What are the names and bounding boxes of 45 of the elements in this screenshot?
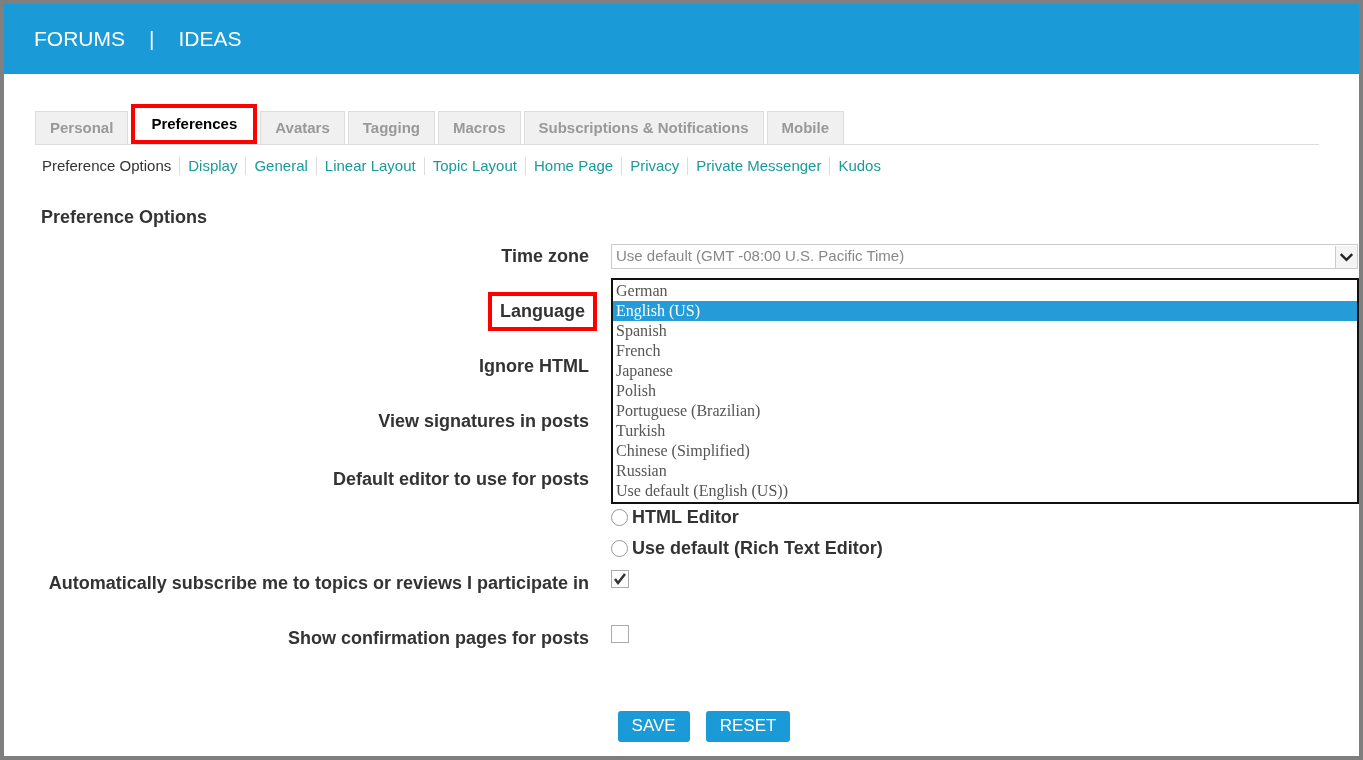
field-label: View signatures in posts	[377, 410, 590, 433]
tab[interactable]: Preferences	[131, 104, 258, 144]
subnav-link[interactable]: Preference Options	[42, 155, 172, 178]
field-label: Default editor to use for posts	[331, 467, 590, 491]
field-label: Show confirmation pages for posts	[286, 626, 590, 650]
separator: |	[149, 26, 155, 53]
dropdown-option[interactable]: Use default (English (US))	[613, 480, 1357, 501]
save-button[interactable]: SAVE	[617, 710, 690, 742]
dropdown-option[interactable]: Chinese (Simplified)	[613, 440, 1357, 461]
dropdown-option[interactable]: German	[613, 280, 1357, 301]
field-label: Time zone	[500, 245, 590, 268]
tab[interactable]: Mobile	[766, 111, 845, 144]
time-zone-select[interactable]: Use default (GMT -08:00 U.S. Pacific Time)	[611, 244, 1358, 269]
subnav-link[interactable]: Display	[188, 155, 238, 178]
subnav-link[interactable]: Home Page	[533, 155, 614, 178]
subnav-link[interactable]: Privacy	[630, 155, 680, 178]
radio-label: Use default (Rich Text Editor)	[632, 536, 883, 560]
dropdown-option[interactable]: Polish	[613, 380, 1357, 401]
dropdown-option[interactable]: Spanish	[613, 320, 1357, 341]
tab[interactable]: Personal	[35, 111, 129, 144]
tab[interactable]: Macros	[438, 111, 521, 144]
subnav-link[interactable]: Kudos	[838, 155, 881, 178]
tab[interactable]: Avatars	[260, 111, 345, 144]
tab[interactable]: Subscriptions & Notifications	[523, 111, 764, 144]
checkbox[interactable]	[611, 625, 629, 643]
dropdown-option[interactable]: Turkish	[613, 420, 1357, 441]
subnav-link[interactable]: General	[254, 155, 308, 178]
subnav-link[interactable]: Private Messenger	[696, 155, 822, 178]
dropdown-option[interactable]: English (US)	[613, 300, 1357, 321]
dropdown-option[interactable]: Japanese	[613, 360, 1357, 381]
dropdown-option[interactable]: Russian	[613, 460, 1357, 481]
dropdown-option[interactable]: French	[613, 340, 1357, 361]
ideas-link[interactable]: IDEAS	[178, 23, 242, 55]
field-label: Language	[488, 292, 597, 331]
field-label: Automatically subscribe me to topics or reviews I participate in	[47, 571, 590, 595]
radio-label: HTML Editor	[632, 505, 739, 529]
dropdown-option[interactable]: Portuguese (Brazilian)	[613, 400, 1357, 421]
section-heading: Preference Options	[41, 205, 208, 229]
field-label: Ignore HTML	[478, 355, 590, 378]
forums-link[interactable]: FORUMS	[34, 23, 125, 55]
subnav-link[interactable]: Topic Layout	[432, 155, 517, 178]
tab[interactable]: Tagging	[347, 111, 435, 144]
reset-button[interactable]: RESET	[705, 710, 791, 742]
subnav-link[interactable]: Linear Layout	[324, 155, 416, 178]
checkbox[interactable]	[611, 570, 629, 588]
